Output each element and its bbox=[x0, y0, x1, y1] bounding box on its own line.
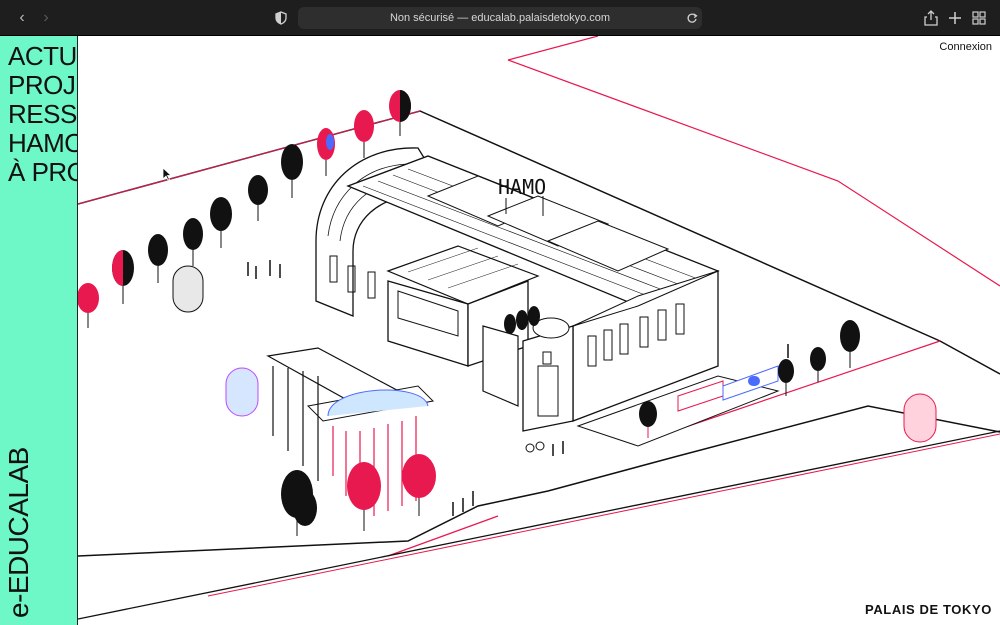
address-bar[interactable]: Non sécurisé — educalab.palaisdetokyo.co… bbox=[298, 7, 702, 29]
menu-item-a-propos[interactable]: À PRO bbox=[8, 158, 77, 187]
menu-item-projets[interactable]: PROJ bbox=[8, 71, 77, 100]
main-canvas: HAMO Connexion PALAIS DE TOKYO bbox=[78, 36, 1000, 625]
tab-overview-icon[interactable] bbox=[970, 9, 988, 27]
mouse-pointer-icon bbox=[162, 167, 172, 181]
chevron-right-icon[interactable]: › bbox=[36, 8, 56, 28]
menu-item-ressources[interactable]: RESS bbox=[8, 100, 77, 129]
chevron-left-icon[interactable]: ‹ bbox=[12, 8, 32, 28]
login-link[interactable]: Connexion bbox=[939, 41, 992, 53]
menu-item-hamo[interactable]: HAMO bbox=[8, 129, 77, 158]
share-icon[interactable] bbox=[922, 9, 940, 27]
main-menu: ACTU PROJ RESS HAMO À PRO bbox=[8, 42, 77, 187]
site-brand[interactable]: e-EDUCALAB bbox=[3, 447, 34, 618]
shield-icon bbox=[275, 11, 287, 25]
building-sign: HAMO bbox=[498, 175, 546, 199]
browser-toolbar: ‹ › Non sécurisé — educalab.palaisdetoky… bbox=[0, 0, 1000, 36]
menu-item-actu[interactable]: ACTU bbox=[8, 42, 77, 71]
palais-de-tokyo-logo[interactable]: PALAIS DE TOKYO bbox=[865, 602, 992, 617]
sidebar: ACTU PROJ RESS HAMO À PRO e-EDUCALAB bbox=[0, 36, 78, 625]
new-tab-icon[interactable] bbox=[946, 9, 964, 27]
reload-icon[interactable] bbox=[686, 11, 698, 25]
isometric-map-illustration[interactable]: HAMO bbox=[78, 36, 1000, 625]
